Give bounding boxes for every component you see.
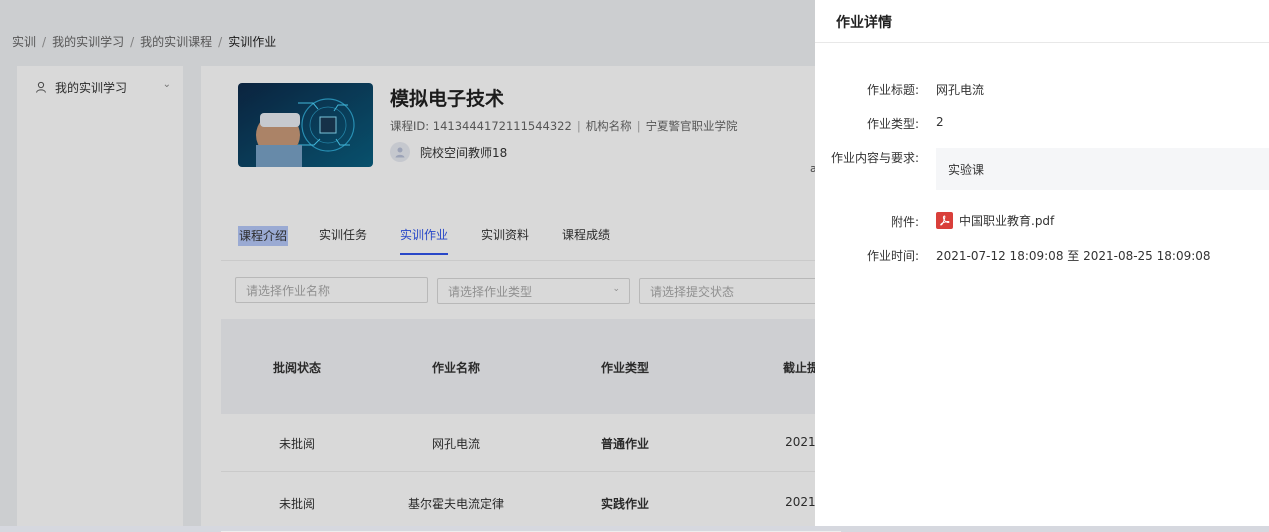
attachment-filename: 中国职业教育.pdf [959,214,1055,228]
homework-time-value: 2021-07-12 18:09:08 至 2021-08-25 18:09:0… [936,249,1211,263]
attachment-label: 附件: [890,215,919,229]
pdf-icon [936,212,953,229]
drawer-title: 作业详情 [836,15,892,31]
attachment-link[interactable]: 中国职业教育.pdf [936,212,1054,229]
homework-type-value: 2 [936,115,944,129]
drawer-mask[interactable] [0,0,815,526]
homework-time-label: 作业时间: [866,249,919,263]
homework-title-value: 网孔电流 [936,83,985,97]
homework-content-label: 作业内容与要求: [830,151,919,165]
homework-content-value: 实验课 [948,163,985,177]
homework-type-label: 作业类型: [866,117,919,131]
homework-detail-drawer: 作业详情 作业标题: 网孔电流 作业类型: 2 作业内容与要求: 实验课 附件:… [815,0,1269,526]
homework-title-label: 作业标题: [866,83,919,97]
homework-content-box: 实验课 [936,148,1269,190]
drawer-divider [815,42,1269,43]
